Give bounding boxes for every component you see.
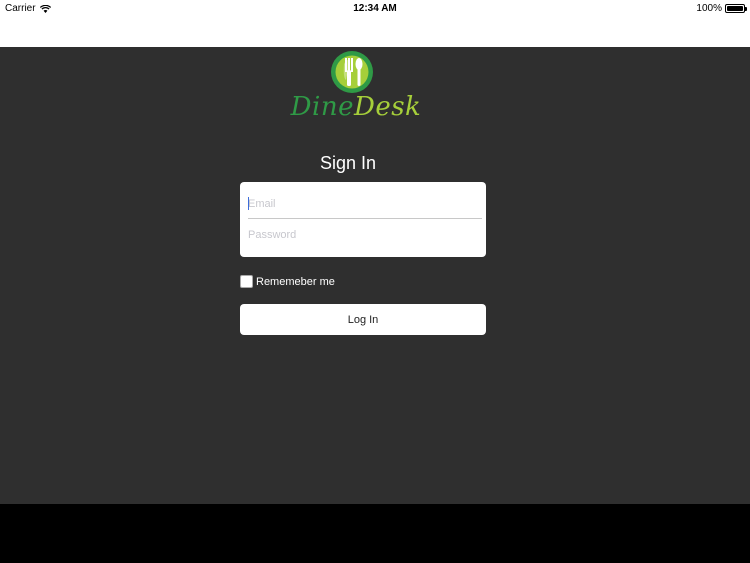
login-form-card bbox=[240, 182, 486, 257]
text-cursor bbox=[248, 197, 249, 210]
logo-wordmark: DineDesk bbox=[288, 92, 424, 122]
email-field[interactable] bbox=[248, 189, 482, 219]
plate-cutlery-icon bbox=[331, 51, 373, 93]
status-bar: Carrier 12:34 AM 100% bbox=[0, 0, 750, 47]
dinedesk-logo: DineDesk bbox=[288, 50, 424, 128]
remember-me-label[interactable]: Rememeber me bbox=[256, 276, 335, 288]
bottom-bar bbox=[0, 504, 750, 563]
password-field[interactable] bbox=[248, 221, 482, 249]
battery-icon bbox=[725, 4, 747, 13]
login-screen: DineDesk Sign In Rememeber me Log In bbox=[0, 47, 750, 504]
remember-me-row[interactable]: Rememeber me bbox=[240, 275, 335, 288]
login-button[interactable]: Log In bbox=[240, 304, 486, 335]
logo-text-dine: Dine bbox=[290, 92, 354, 122]
clock: 12:34 AM bbox=[353, 3, 397, 14]
battery-percentage: 100% bbox=[696, 3, 722, 14]
logo-text-desk: Desk bbox=[353, 92, 422, 122]
signin-title: Sign In bbox=[319, 153, 377, 173]
remember-me-checkbox[interactable] bbox=[240, 275, 253, 288]
battery-indicator: 100% bbox=[696, 3, 747, 14]
